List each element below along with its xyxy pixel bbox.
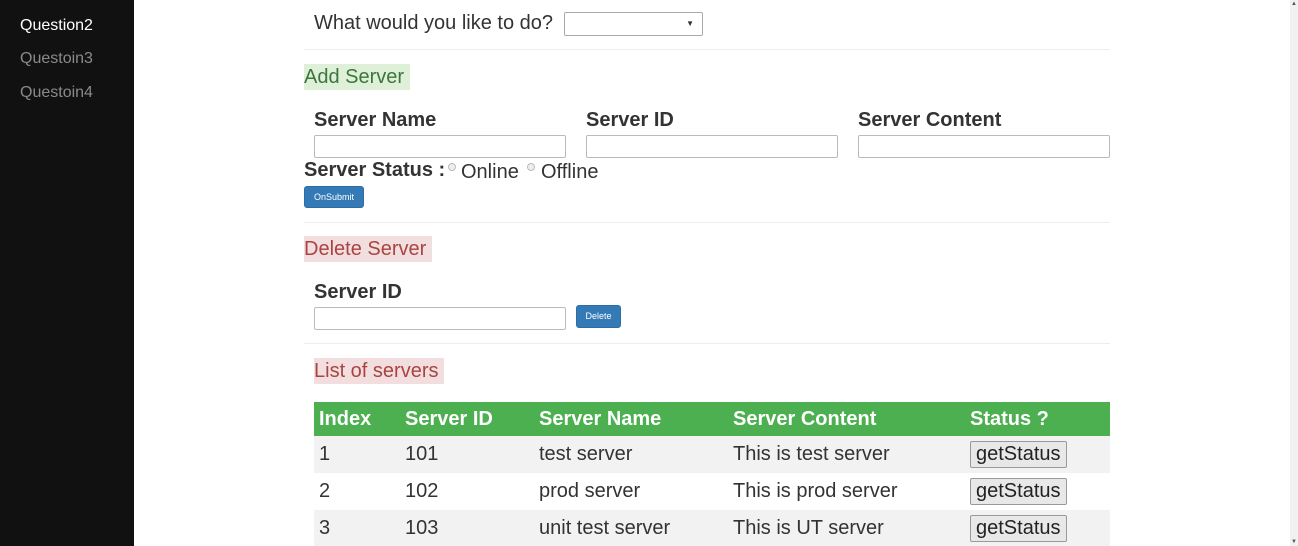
sidebar-item-questoin4[interactable]: Questoin4 bbox=[20, 83, 93, 103]
cell-status: getStatus bbox=[965, 473, 1110, 510]
column-header-status: Status ? bbox=[965, 402, 1110, 436]
cell-server-name: test server bbox=[534, 436, 728, 473]
action-select[interactable]: ▼ bbox=[564, 12, 703, 36]
cell-server-id: 102 bbox=[400, 473, 534, 510]
table-row: 1 101 test server This is test server ge… bbox=[314, 436, 1110, 473]
servers-table: Index Server ID Server Name Server Conte… bbox=[314, 402, 1110, 546]
status-offline-radio[interactable] bbox=[527, 163, 535, 171]
status-online-radio[interactable] bbox=[448, 163, 456, 171]
divider bbox=[304, 49, 1110, 50]
column-header-server-content: Server Content bbox=[728, 402, 965, 436]
submit-button[interactable]: OnSubmit bbox=[304, 186, 364, 208]
chevron-down-icon: ▼ bbox=[686, 19, 694, 28]
action-prompt: What would you like to do? bbox=[314, 12, 554, 34]
server-id-label: Server ID bbox=[586, 109, 674, 131]
sidebar-item-question2[interactable]: Question2 bbox=[20, 16, 93, 36]
cell-status: getStatus bbox=[965, 510, 1110, 546]
scroll-up-icon[interactable]: ▲ bbox=[1290, 0, 1298, 8]
server-content-input[interactable] bbox=[858, 135, 1110, 158]
cell-index: 3 bbox=[314, 510, 400, 546]
cell-server-name: prod server bbox=[534, 473, 728, 510]
vertical-scrollbar[interactable]: ▲ ▼ bbox=[1290, 0, 1298, 546]
get-status-button[interactable]: getStatus bbox=[970, 478, 1067, 505]
server-status-label: Server Status : bbox=[304, 159, 446, 181]
delete-server-id-label: Server ID bbox=[314, 281, 402, 303]
sidebar: Question2 Questoin3 Questoin4 bbox=[0, 0, 134, 546]
cell-server-id: 101 bbox=[400, 436, 534, 473]
cell-index: 1 bbox=[314, 436, 400, 473]
column-header-server-name: Server Name bbox=[534, 402, 728, 436]
delete-server-id-input[interactable] bbox=[314, 307, 566, 330]
divider bbox=[304, 222, 1110, 223]
server-name-label: Server Name bbox=[314, 109, 437, 131]
delete-button[interactable]: Delete bbox=[576, 305, 621, 328]
server-list-title: List of servers bbox=[314, 358, 445, 384]
cell-server-content: This is UT server bbox=[728, 510, 965, 546]
server-name-input[interactable] bbox=[314, 135, 566, 158]
server-id-input[interactable] bbox=[586, 135, 838, 158]
delete-server-title: Delete Server bbox=[304, 236, 433, 262]
status-online-label: Online bbox=[461, 161, 519, 183]
table-row: 3 103 unit test server This is UT server… bbox=[314, 510, 1110, 546]
column-header-index: Index bbox=[314, 402, 400, 436]
status-offline-label: Offline bbox=[541, 161, 599, 183]
sidebar-item-questoin3[interactable]: Questoin3 bbox=[20, 49, 93, 69]
table-header-row: Index Server ID Server Name Server Conte… bbox=[314, 402, 1110, 436]
table-row: 2 102 prod server This is prod server ge… bbox=[314, 473, 1110, 510]
add-server-title: Add Server bbox=[304, 64, 411, 90]
server-content-label: Server Content bbox=[858, 109, 1002, 131]
cell-server-id: 103 bbox=[400, 510, 534, 546]
cell-server-content: This is test server bbox=[728, 436, 965, 473]
divider bbox=[304, 343, 1110, 344]
column-header-server-id: Server ID bbox=[400, 402, 534, 436]
cell-index: 2 bbox=[314, 473, 400, 510]
cell-server-name: unit test server bbox=[534, 510, 728, 546]
scroll-down-icon[interactable]: ▼ bbox=[1290, 538, 1298, 546]
cell-server-content: This is prod server bbox=[728, 473, 965, 510]
get-status-button[interactable]: getStatus bbox=[970, 515, 1067, 542]
cell-status: getStatus bbox=[965, 436, 1110, 473]
get-status-button[interactable]: getStatus bbox=[970, 441, 1067, 468]
